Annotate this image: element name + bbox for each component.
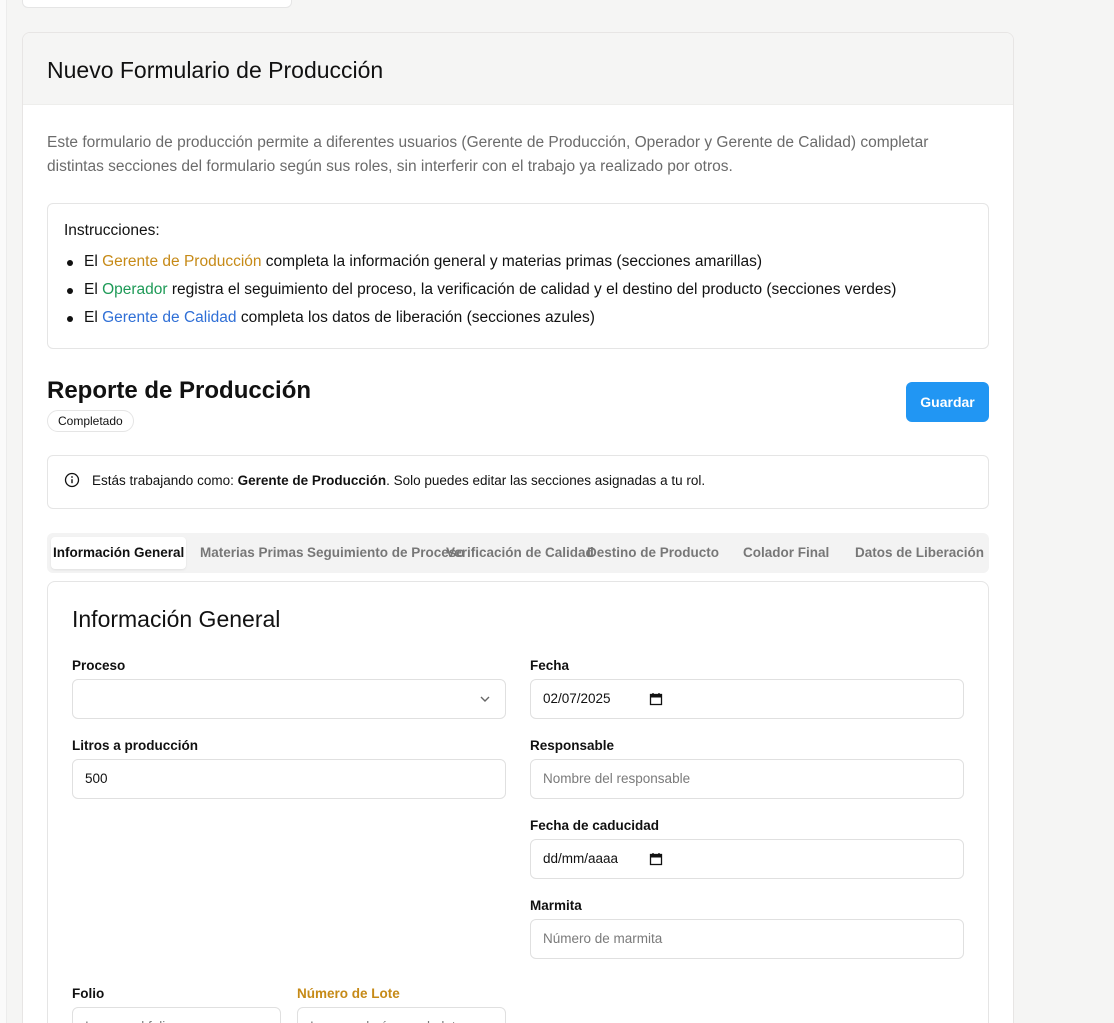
tab-informacion-general[interactable]: Información General bbox=[51, 537, 187, 569]
fecha-value: 02/07/2025 bbox=[543, 691, 611, 706]
calendar-icon[interactable] bbox=[649, 692, 663, 706]
tab-datos-liberacion[interactable]: Datos de Liberación bbox=[855, 537, 984, 569]
tab-seguimiento-proceso[interactable]: Seguimiento de Proceso bbox=[307, 537, 465, 569]
litros-label: Litros a producción bbox=[72, 738, 199, 753]
folio-field: Folio Ingrese el folio bbox=[72, 986, 281, 1023]
fecha-label: Fecha bbox=[530, 658, 570, 673]
proceso-field: Proceso bbox=[72, 658, 506, 719]
instructions-box: Instrucciones: El Gerente de Producción … bbox=[47, 203, 989, 349]
role-alert: Estás trabajando como: Gerente de Produc… bbox=[47, 455, 989, 509]
section-panel: Información General Proceso Fecha 02/07/… bbox=[47, 581, 989, 1023]
folio-input[interactable]: Ingrese el folio bbox=[72, 1007, 281, 1023]
left-rail bbox=[0, 0, 7, 1023]
instruction-item: El Gerente de Calidad completa los datos… bbox=[64, 304, 972, 332]
instructions-title: Instrucciones: bbox=[64, 222, 160, 239]
proceso-label: Proceso bbox=[72, 658, 126, 673]
litros-input[interactable]: 500 bbox=[72, 759, 506, 799]
alert-suffix: . Solo puedes editar las secciones asign… bbox=[386, 473, 706, 488]
alert-text: Estás trabajando como: Gerente de Produc… bbox=[92, 472, 705, 490]
fecha-input[interactable]: 02/07/2025 bbox=[530, 679, 964, 719]
litros-field: Litros a producción 500 bbox=[72, 738, 506, 799]
caducidad-input[interactable]: dd/mm/aaaa bbox=[530, 839, 964, 879]
role-production-manager: Gerente de Producción bbox=[102, 253, 262, 270]
report-header: Reporte de Producción Completado Guardar bbox=[47, 349, 989, 455]
alert-role: Gerente de Producción bbox=[237, 473, 387, 488]
instruction-text: completa la información general y materi… bbox=[261, 253, 762, 270]
responsable-field: Responsable Nombre del responsable bbox=[530, 738, 964, 799]
chevron-down-icon bbox=[480, 696, 490, 702]
calendar-icon[interactable] bbox=[649, 852, 663, 866]
card-header: Nuevo Formulario de Producción bbox=[23, 33, 1013, 105]
info-icon bbox=[64, 472, 80, 488]
instruction-item: El Operador registra el seguimiento del … bbox=[64, 276, 972, 304]
proceso-select[interactable] bbox=[72, 679, 506, 719]
instruction-text: completa los datos de liberación (seccio… bbox=[236, 309, 595, 326]
page-title: Nuevo Formulario de Producción bbox=[47, 57, 384, 83]
responsable-input[interactable]: Nombre del responsable bbox=[530, 759, 964, 799]
section-tabs: Información General Materias Primas Segu… bbox=[47, 533, 989, 573]
form-description: Este formulario de producción permite a … bbox=[47, 134, 929, 175]
tab-verificacion-calidad[interactable]: Verificación de Calidad bbox=[446, 537, 594, 569]
lote-label: Número de Lote bbox=[297, 986, 400, 1001]
lote-field: Número de Lote Ingrese el número de lote bbox=[297, 986, 506, 1023]
folio-label: Folio bbox=[72, 986, 105, 1001]
top-card-stub bbox=[22, 0, 292, 8]
report-title: Reporte de Producción bbox=[47, 377, 312, 404]
card-body: Este formulario de producción permite a … bbox=[23, 131, 1013, 1023]
marmita-input[interactable]: Número de marmita bbox=[530, 919, 964, 959]
marmita-label: Marmita bbox=[530, 898, 582, 913]
tab-materias-primas[interactable]: Materias Primas bbox=[200, 537, 304, 569]
role-quality-manager: Gerente de Calidad bbox=[102, 309, 237, 326]
form-card: Nuevo Formulario de Producción Este form… bbox=[22, 32, 1014, 1023]
responsable-label: Responsable bbox=[530, 738, 615, 753]
instruction-item: El Gerente de Producción completa la inf… bbox=[64, 248, 972, 276]
caducidad-field: Fecha de caducidad dd/mm/aaaa bbox=[530, 818, 964, 879]
instruction-text: registra el seguimiento del proceso, la … bbox=[167, 281, 897, 298]
tab-colador-final[interactable]: Colador Final bbox=[743, 537, 829, 569]
instruction-prefix: El bbox=[84, 253, 103, 270]
lote-input[interactable]: Ingrese el número de lote bbox=[297, 1007, 506, 1023]
alert-prefix: Estás trabajando como: bbox=[92, 473, 238, 488]
tab-destino-producto[interactable]: Destino de Producto bbox=[587, 537, 719, 569]
role-operator: Operador bbox=[102, 281, 168, 298]
instructions-list: El Gerente de Producción completa la inf… bbox=[64, 248, 972, 332]
section-title: Información General bbox=[72, 606, 281, 632]
fecha-field: Fecha 02/07/2025 bbox=[530, 658, 964, 719]
instruction-prefix: El bbox=[84, 309, 103, 326]
caducidad-value: dd/mm/aaaa bbox=[543, 851, 619, 866]
status-badge: Completado bbox=[47, 410, 134, 432]
marmita-field: Marmita Número de marmita bbox=[530, 898, 964, 959]
instruction-prefix: El bbox=[84, 281, 103, 298]
save-button[interactable]: Guardar bbox=[906, 382, 989, 422]
caducidad-label: Fecha de caducidad bbox=[530, 818, 660, 833]
